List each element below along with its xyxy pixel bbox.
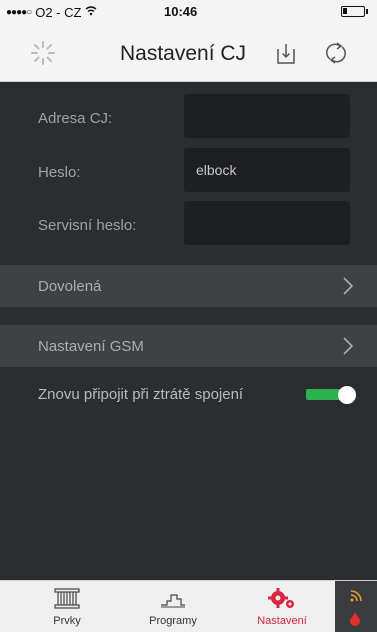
connection-status-panel [335,581,377,632]
chevron-right-icon [343,277,354,295]
tab-label: Prvky [53,615,81,627]
password-row: Heslo: [0,148,377,198]
gears-icon [268,588,294,608]
password-input[interactable] [184,148,350,192]
address-label: Adresa CJ: [38,110,113,127]
wifi-icon [85,6,97,19]
reconnect-row: Znovu připojit při ztrátě spojení [0,374,377,414]
battery-icon [341,6,368,17]
chevron-right-icon [343,337,354,355]
settings-content: Adresa CJ: Heslo: Servisní heslo: Dovole… [0,82,377,580]
password-label: Heslo: [38,164,81,181]
carrier-name: O2 - CZ [35,5,82,20]
wifi-signal-icon [350,590,362,602]
gsm-settings-menu-item[interactable]: Nastavení GSM [0,325,377,367]
tab-programy[interactable]: Programy [128,581,218,632]
program-icon [161,594,185,608]
clock: 10:46 [164,4,198,19]
radiator-icon [54,588,80,609]
tab-bar: Prvky Programy Nastavení [0,580,377,632]
status-bar: ●●●●○ O2 - CZ 10:46 [0,0,377,24]
phone-screen: ●●●●○ O2 - CZ 10:46 Nastavení CJ Adresa … [0,0,377,632]
tab-label: Nastavení [257,615,307,627]
tab-nastaveni[interactable]: Nastavení [237,581,327,632]
reconnect-toggle[interactable] [306,386,356,404]
refresh-icon[interactable] [322,39,350,67]
vacation-menu-item[interactable]: Dovolená [0,265,377,307]
service-password-input[interactable] [184,201,350,245]
service-password-row: Servisní heslo: [0,201,377,251]
signal-carrier: ●●●●○ O2 - CZ [6,5,97,20]
flame-icon [350,612,360,626]
vacation-label: Dovolená [38,278,102,295]
tab-label: Programy [149,615,197,627]
address-row: Adresa CJ: [0,94,377,144]
loading-spinner-icon [31,41,55,65]
service-password-label: Servisní heslo: [38,217,137,234]
signal-strength-icon: ●●●●○ [6,7,32,18]
reconnect-label: Znovu připojit při ztrátě spojení [38,386,244,403]
tab-prvky[interactable]: Prvky [22,581,112,632]
nav-bar: Nastavení CJ [0,24,377,82]
address-input[interactable] [184,94,350,138]
save-download-icon[interactable] [272,39,300,67]
gsm-settings-label: Nastavení GSM [38,338,144,355]
page-title: Nastavení CJ [120,42,247,65]
